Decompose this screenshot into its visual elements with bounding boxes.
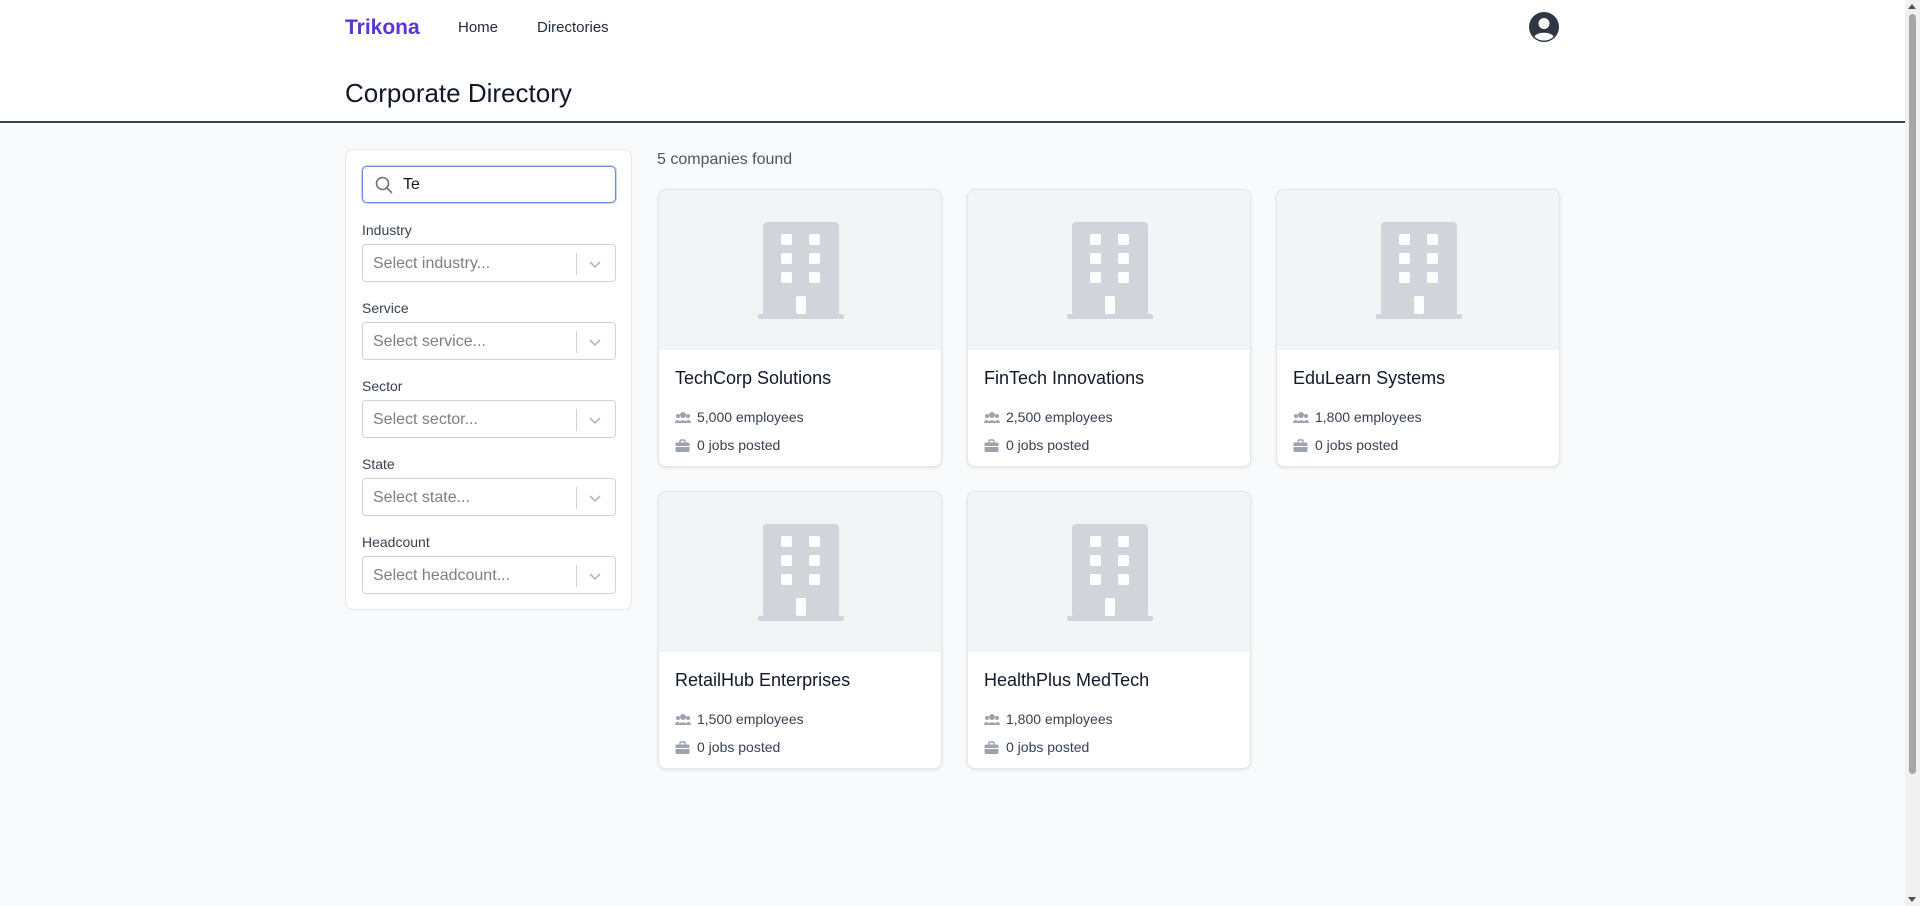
building-icon: [758, 524, 844, 621]
chevron-down-icon: [589, 573, 601, 581]
company-image-placeholder: [659, 190, 941, 350]
select-separator: [576, 409, 577, 431]
select-separator: [576, 487, 577, 509]
building-icon: [758, 222, 844, 319]
employee-count-text: 1,800 employees: [1006, 711, 1113, 727]
company-card[interactable]: RetailHub Enterprises 1,500 employees 0 jo…: [658, 491, 942, 769]
chevron-down-icon: [589, 339, 601, 347]
company-name[interactable]: HealthPlus MedTech: [984, 670, 1149, 691]
company-card[interactable]: FinTech Innovations 2,500 employees 0 jobs…: [967, 189, 1251, 467]
employee-count-text: 1,800 employees: [1315, 409, 1422, 425]
company-card[interactable]: EduLearn Systems 1,800 employees 0 jobs po…: [1276, 189, 1560, 467]
building-icon: [1067, 524, 1153, 621]
chevron-down-icon: [589, 261, 601, 269]
company-card[interactable]: HealthPlus MedTech 1,800 employees 0 jobs …: [967, 491, 1251, 769]
service-label: Service: [362, 300, 409, 316]
state-label: State: [362, 456, 395, 472]
results-count: 5 companies found: [657, 151, 793, 168]
briefcase-icon: [1293, 439, 1308, 452]
industry-select[interactable]: Select industry...: [362, 244, 616, 282]
nav-link-home[interactable]: Home: [458, 19, 498, 36]
users-icon: [675, 714, 691, 725]
sector-label: Sector: [362, 378, 403, 394]
service-select[interactable]: Select service...: [362, 322, 616, 360]
jobs-posted-text: 0 jobs posted: [1006, 739, 1090, 755]
service-placeholder: Select service...: [373, 333, 486, 350]
top-navigation-bar: Trikona Home Directories Corporate Direc…: [0, 0, 1905, 123]
company-image-placeholder: [968, 492, 1250, 652]
scroll-down-arrow[interactable]: [1908, 897, 1916, 902]
company-name[interactable]: FinTech Innovations: [984, 368, 1144, 389]
page-title: Corporate Directory: [345, 78, 572, 108]
headcount-label: Headcount: [362, 534, 430, 550]
building-icon: [1067, 222, 1153, 319]
filters-panel: Industry Select industry... Service Sele…: [345, 149, 632, 610]
chevron-down-icon: [589, 495, 601, 503]
select-separator: [576, 331, 577, 353]
briefcase-icon: [984, 741, 999, 754]
employee-count-text: 1,500 employees: [697, 711, 804, 727]
jobs-posted-text: 0 jobs posted: [697, 739, 781, 755]
company-image-placeholder: [659, 492, 941, 652]
state-select[interactable]: Select state...: [362, 478, 616, 516]
brand-logo[interactable]: Trikona: [345, 16, 420, 40]
scrollbar-thumb[interactable]: [1909, 14, 1916, 774]
user-avatar-button[interactable]: [1528, 11, 1560, 43]
jobs-posted-text: 0 jobs posted: [1315, 437, 1399, 453]
company-image-placeholder: [1277, 190, 1559, 350]
user-circle-icon: [1529, 12, 1559, 42]
state-placeholder: Select state...: [373, 489, 470, 506]
select-separator: [576, 253, 577, 275]
employee-count-text: 2,500 employees: [1006, 409, 1113, 425]
building-icon: [1376, 222, 1462, 319]
nav-link-directories[interactable]: Directories: [537, 19, 609, 36]
jobs-posted-text: 0 jobs posted: [1006, 437, 1090, 453]
chevron-down-icon: [589, 417, 601, 425]
sector-select[interactable]: Select sector...: [362, 400, 616, 438]
employee-count-text: 5,000 employees: [697, 409, 804, 425]
headcount-placeholder: Select headcount...: [373, 567, 510, 584]
search-icon: [375, 176, 393, 194]
search-box[interactable]: [362, 166, 616, 203]
company-name[interactable]: RetailHub Enterprises: [675, 670, 850, 691]
company-name[interactable]: TechCorp Solutions: [675, 368, 831, 389]
briefcase-icon: [675, 439, 690, 452]
jobs-posted-text: 0 jobs posted: [697, 437, 781, 453]
briefcase-icon: [675, 741, 690, 754]
search-input[interactable]: [403, 173, 603, 197]
scroll-up-arrow[interactable]: [1908, 4, 1916, 9]
industry-placeholder: Select industry...: [373, 255, 491, 272]
sector-placeholder: Select sector...: [373, 411, 478, 428]
users-icon: [984, 412, 1000, 423]
users-icon: [984, 714, 1000, 725]
select-separator: [576, 565, 577, 587]
industry-label: Industry: [362, 222, 412, 238]
company-name[interactable]: EduLearn Systems: [1293, 368, 1445, 389]
briefcase-icon: [984, 439, 999, 452]
users-icon: [675, 412, 691, 423]
company-card[interactable]: TechCorp Solutions 5,000 employees 0 jobs …: [658, 189, 942, 467]
users-icon: [1293, 412, 1309, 423]
page-scrollbar[interactable]: [1905, 0, 1920, 906]
company-image-placeholder: [968, 190, 1250, 350]
headcount-select[interactable]: Select headcount...: [362, 556, 616, 594]
